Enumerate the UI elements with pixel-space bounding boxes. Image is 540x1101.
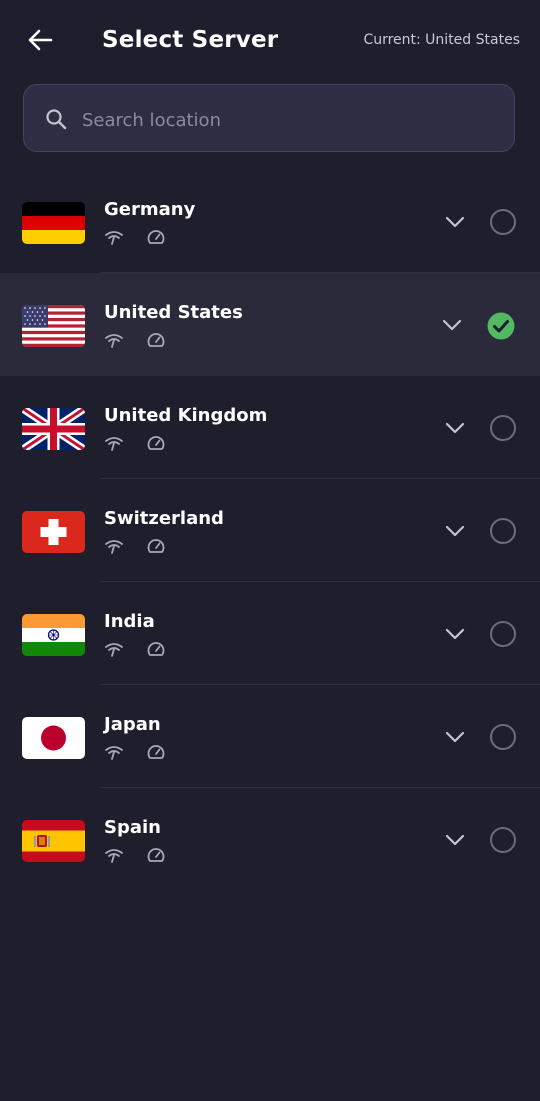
speedometer-icon (146, 434, 166, 452)
chevron-down-icon (445, 422, 465, 434)
server-list: Germany United States United Kingdom Swi… (0, 170, 540, 891)
server-row-india[interactable]: India (0, 582, 540, 685)
chevron-down-icon (445, 834, 465, 846)
radio-button[interactable] (490, 415, 516, 441)
current-server-label: Current: United States (363, 32, 520, 48)
back-button[interactable] (22, 24, 58, 56)
flag-spain-icon (22, 820, 85, 862)
server-row-japan[interactable]: Japan (0, 685, 540, 788)
expand-button[interactable] (440, 725, 470, 749)
server-row-germany[interactable]: Germany (0, 170, 540, 273)
search-icon (46, 109, 67, 130)
server-meta (104, 434, 166, 452)
server-name: India (104, 611, 155, 632)
signal-icon (104, 434, 124, 452)
server-row-spain[interactable]: Spain (0, 788, 540, 891)
flag-japan-icon (22, 717, 85, 759)
speedometer-icon (146, 640, 166, 658)
expand-button[interactable] (440, 210, 470, 234)
radio-button[interactable] (490, 518, 516, 544)
radio-button[interactable] (490, 621, 516, 647)
server-row-united-states[interactable]: United States (0, 273, 540, 376)
chevron-down-icon (445, 731, 465, 743)
radio-button[interactable] (490, 827, 516, 853)
speedometer-icon (146, 743, 166, 761)
server-meta (104, 640, 166, 658)
expand-button[interactable] (440, 519, 470, 543)
speedometer-icon (146, 846, 166, 864)
server-meta (104, 331, 166, 349)
radio-button[interactable] (490, 209, 516, 235)
server-name: Germany (104, 199, 196, 220)
header: Select Server Current: United States (0, 0, 540, 80)
check-circle-icon[interactable] (487, 312, 515, 340)
server-name: United Kingdom (104, 405, 268, 426)
page-title: Select Server (102, 27, 279, 53)
signal-icon (104, 846, 124, 864)
signal-icon (104, 331, 124, 349)
speedometer-icon (146, 331, 166, 349)
signal-icon (104, 228, 124, 246)
speedometer-icon (146, 537, 166, 555)
signal-icon (104, 537, 124, 555)
expand-button[interactable] (440, 622, 470, 646)
expand-button[interactable] (440, 828, 470, 852)
flag-united-kingdom-icon (22, 408, 85, 450)
chevron-down-icon (445, 628, 465, 640)
server-name: Japan (104, 714, 161, 735)
server-name: Spain (104, 817, 161, 838)
expand-button[interactable] (437, 313, 467, 337)
flag-india-icon (22, 614, 85, 656)
search-input[interactable] (80, 99, 484, 141)
expand-button[interactable] (440, 416, 470, 440)
flag-united-states-icon (22, 305, 85, 347)
arrow-left-icon (28, 29, 53, 51)
chevron-down-icon (445, 216, 465, 228)
flag-germany-icon (22, 202, 85, 244)
search-box[interactable] (23, 84, 515, 152)
chevron-down-icon (442, 319, 462, 331)
signal-icon (104, 640, 124, 658)
server-meta (104, 537, 166, 555)
server-name: United States (104, 302, 243, 323)
server-row-united-kingdom[interactable]: United Kingdom (0, 376, 540, 479)
server-meta (104, 846, 166, 864)
radio-button[interactable] (490, 724, 516, 750)
server-name: Switzerland (104, 508, 224, 529)
flag-switzerland-icon (22, 511, 85, 553)
speedometer-icon (146, 228, 166, 246)
server-meta (104, 228, 166, 246)
server-meta (104, 743, 166, 761)
chevron-down-icon (445, 525, 465, 537)
server-row-switzerland[interactable]: Switzerland (0, 479, 540, 582)
signal-icon (104, 743, 124, 761)
